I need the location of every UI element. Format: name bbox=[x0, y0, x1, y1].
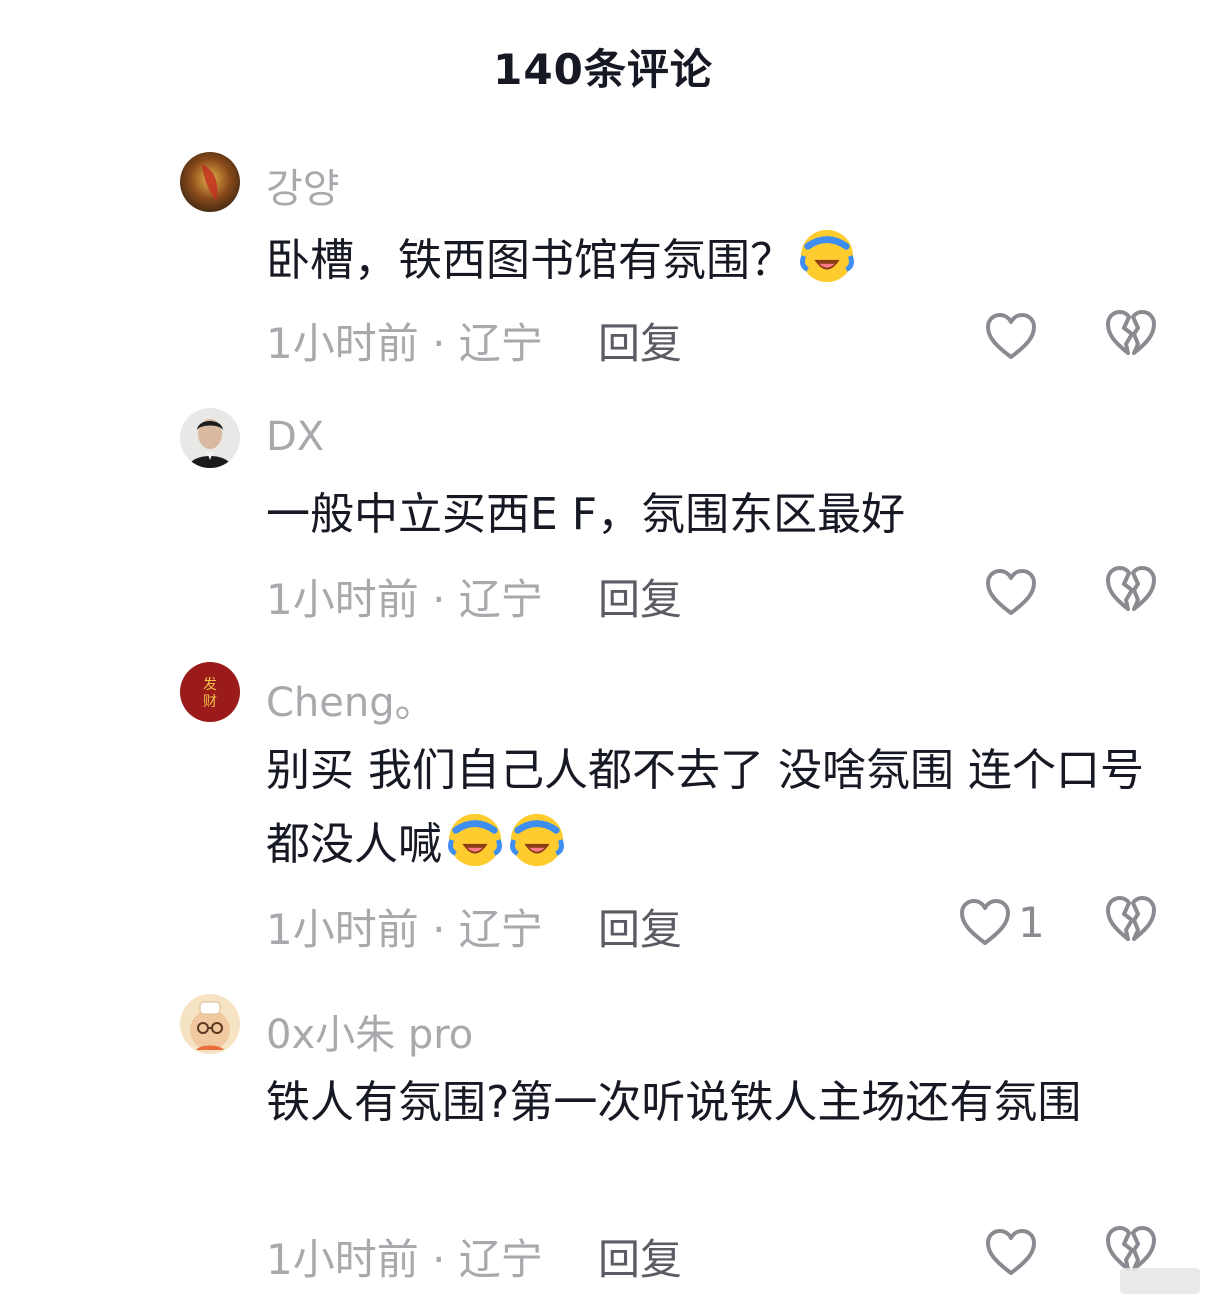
dislike-button[interactable] bbox=[1104, 308, 1158, 358]
scroll-overlay bbox=[1120, 1268, 1200, 1294]
comment-text-body: 铁人有氛围?第一次听说铁人主场还有氛围 bbox=[266, 1077, 1082, 1128]
comment-text-body: 一般中立买西E F，氛围东区最好 bbox=[266, 489, 906, 540]
comment-text: 一般中立买西E F，氛围东区最好 bbox=[266, 478, 1166, 552]
laughing-crying-emoji-icon bbox=[800, 229, 854, 283]
reply-button[interactable]: 回复 bbox=[598, 566, 682, 627]
broken-heart-icon bbox=[1106, 310, 1156, 355]
heart-outline-icon bbox=[958, 897, 1012, 947]
dislike-button[interactable] bbox=[1104, 1224, 1158, 1274]
like-button[interactable] bbox=[984, 308, 1044, 364]
laughing-crying-emoji-icon bbox=[510, 813, 564, 867]
reply-button[interactable]: 回复 bbox=[598, 896, 682, 957]
reply-button[interactable]: 回复 bbox=[598, 310, 682, 371]
comment-text-body: 别买 我们自己人都不去了 没啥氛围 连个口号都没人喊 bbox=[266, 745, 1144, 870]
heart-outline-icon bbox=[984, 1227, 1038, 1277]
comment-meta: 1小时前 · 辽宁 bbox=[266, 319, 543, 368]
avatar[interactable] bbox=[180, 152, 240, 212]
comment-text-body: 卧槽，铁西图书馆有氛围？ bbox=[266, 235, 794, 286]
username[interactable]: DX bbox=[266, 414, 324, 460]
comment-meta: 1小时前 · 辽宁 bbox=[266, 905, 543, 954]
broken-heart-icon bbox=[1106, 1226, 1156, 1271]
avatar[interactable] bbox=[180, 408, 240, 468]
comment-meta: 1小时前 · 辽宁 bbox=[266, 575, 543, 624]
username[interactable]: Cheng。 bbox=[266, 670, 435, 728]
broken-heart-icon bbox=[1106, 566, 1156, 611]
laughing-crying-emoji-icon bbox=[448, 813, 502, 867]
avatar[interactable] bbox=[180, 994, 240, 1054]
like-count: 1 bbox=[1018, 897, 1045, 947]
heart-outline-icon bbox=[984, 567, 1038, 617]
like-button[interactable] bbox=[984, 564, 1044, 620]
comment-meta: 1小时前 · 辽宁 bbox=[266, 1235, 543, 1284]
comment-text: 卧槽，铁西图书馆有氛围？ bbox=[266, 224, 1166, 298]
heart-outline-icon bbox=[984, 311, 1038, 361]
comment-text: 铁人有氛围?第一次听说铁人主场还有氛围 bbox=[266, 1066, 1166, 1140]
comment-text: 别买 我们自己人都不去了 没啥氛围 连个口号都没人喊 bbox=[266, 734, 1166, 882]
like-button[interactable] bbox=[984, 1224, 1044, 1280]
username[interactable]: 0x小朱 pro bbox=[266, 1002, 473, 1060]
dislike-button[interactable] bbox=[1104, 894, 1158, 944]
avatar-text: 发财 bbox=[203, 677, 217, 710]
dislike-button[interactable] bbox=[1104, 564, 1158, 614]
broken-heart-icon bbox=[1106, 896, 1156, 941]
username[interactable]: 강양 bbox=[266, 156, 340, 214]
comments-count-title: 140条评论 bbox=[493, 45, 713, 94]
avatar[interactable]: 发财 bbox=[180, 662, 240, 722]
like-button[interactable]: 1 bbox=[958, 894, 1045, 950]
reply-button[interactable]: 回复 bbox=[598, 1226, 682, 1287]
